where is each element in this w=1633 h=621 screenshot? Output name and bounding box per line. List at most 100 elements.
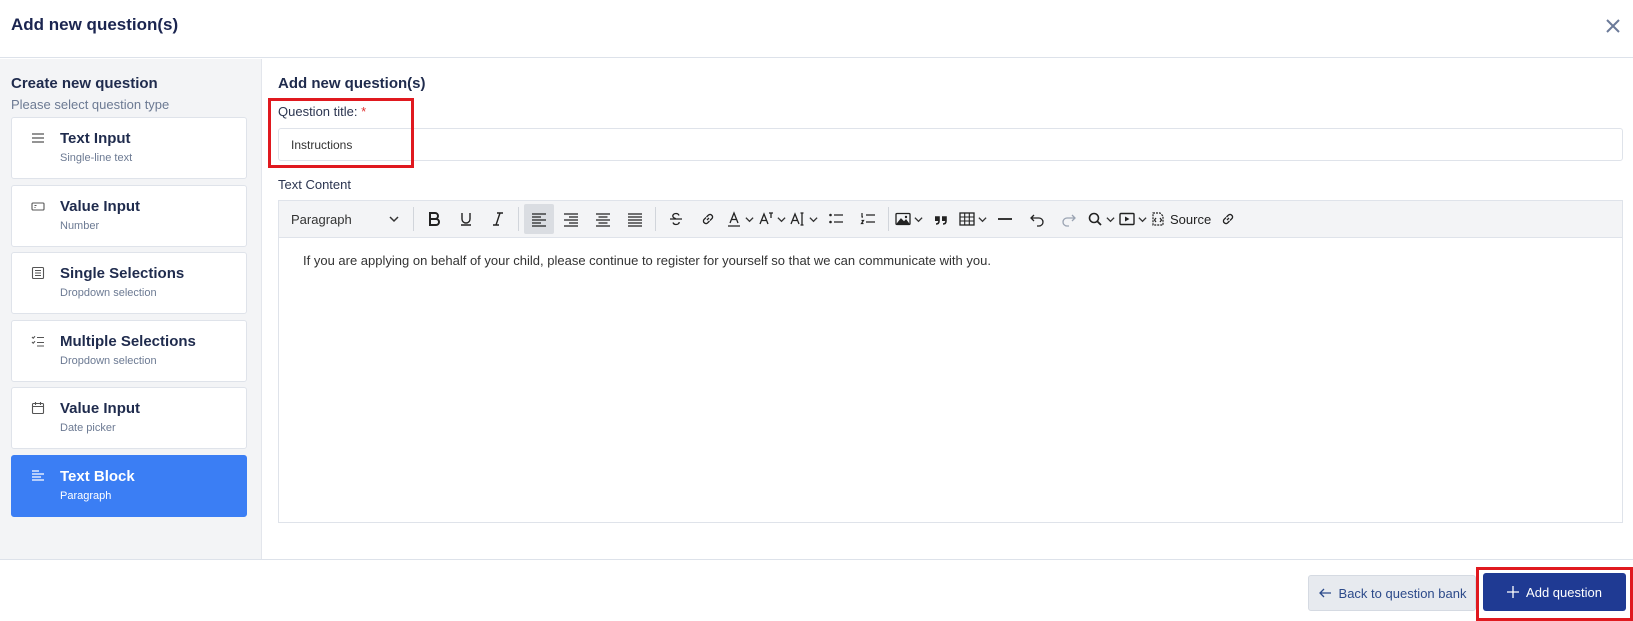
insert-table-dropdown[interactable] [958, 204, 988, 234]
link-icon [702, 213, 714, 225]
question-type-label: Value Input [60, 198, 141, 215]
chevron-down-icon [389, 216, 399, 223]
editor-toolbar: Paragraph Source [278, 200, 1623, 238]
question-type-desc: Dropdown selection [60, 287, 157, 299]
chevron-down-icon [777, 216, 786, 222]
main-title: Add new question(s) [278, 75, 426, 92]
required-mark: * [361, 104, 367, 119]
question-type-value-input-date[interactable]: Value Input Date picker [11, 387, 247, 449]
list-icon [31, 266, 45, 280]
question-type-multiple-selections[interactable]: Multiple Selections Dropdown selection [11, 320, 247, 382]
sidebar-title: Create new question [11, 75, 158, 92]
source-icon [1152, 212, 1164, 226]
link-button[interactable] [693, 204, 723, 234]
question-title-input[interactable] [278, 128, 1623, 161]
calendar-icon [31, 401, 45, 415]
align-justify-button[interactable] [620, 204, 650, 234]
numbered-list-button[interactable] [853, 204, 883, 234]
redo-button[interactable] [1054, 204, 1084, 234]
find-replace-icon [1088, 212, 1102, 226]
bulleted-list-button[interactable] [821, 204, 851, 234]
find-replace-dropdown[interactable] [1086, 204, 1116, 234]
lines-icon [31, 131, 45, 145]
checklist-icon [31, 334, 45, 348]
text-content-label: Text Content [278, 177, 351, 192]
question-type-text-input[interactable]: Text Input Single-line text [11, 117, 247, 179]
question-title-label: Question title: * [278, 104, 366, 119]
question-title-label-text: Question title: [278, 104, 358, 119]
align-left-icon [532, 213, 546, 227]
chevron-down-icon [745, 216, 754, 222]
add-question-button[interactable]: Add question [1483, 573, 1626, 611]
toolbar-divider [413, 207, 414, 231]
image-icon [895, 212, 911, 226]
align-center-button[interactable] [588, 204, 618, 234]
redo-icon [1062, 214, 1076, 227]
media-embed-dropdown[interactable] [1118, 204, 1148, 234]
undo-button[interactable] [1022, 204, 1052, 234]
bulleted-list-icon [829, 213, 843, 224]
align-center-icon [596, 213, 610, 227]
back-to-question-bank-button[interactable]: Back to question bank [1308, 575, 1476, 611]
undo-icon [1030, 214, 1044, 227]
strikethrough-button[interactable] [661, 204, 691, 234]
paragraph-dropdown[interactable]: Paragraph [279, 204, 409, 234]
insert-image-dropdown[interactable] [894, 204, 924, 234]
align-left-button[interactable] [524, 204, 554, 234]
sidebar-subtitle: Please select question type [11, 97, 170, 112]
horizontal-line-button[interactable] [990, 204, 1020, 234]
question-type-label: Single Selections [60, 265, 185, 282]
number-field-icon [31, 199, 45, 213]
chevron-down-icon [914, 216, 923, 222]
blockquote-button[interactable] [926, 204, 956, 234]
paragraph-dropdown-label: Paragraph [291, 211, 352, 227]
toolbar-divider [518, 207, 519, 231]
question-type-sidebar: Create new question Please select questi… [0, 59, 262, 559]
bold-button[interactable] [419, 204, 449, 234]
question-type-single-selections[interactable]: Single Selections Dropdown selection [11, 252, 247, 314]
editor-paragraph: If you are applying on behalf of your ch… [303, 253, 991, 268]
chevron-down-icon [809, 216, 818, 222]
font-family-dropdown[interactable] [757, 204, 787, 234]
question-type-desc: Single-line text [60, 152, 133, 164]
link-embed-button[interactable] [1213, 204, 1243, 234]
align-right-icon [564, 213, 578, 227]
chevron-down-icon [978, 216, 987, 222]
question-type-desc: Dropdown selection [60, 355, 157, 367]
italic-button[interactable] [483, 204, 513, 234]
toolbar-divider [655, 207, 656, 231]
close-icon[interactable] [1603, 16, 1623, 36]
underline-button[interactable] [451, 204, 481, 234]
text-content-editor[interactable]: If you are applying on behalf of your ch… [278, 238, 1623, 523]
quote-icon [935, 216, 947, 225]
question-type-label: Text Block [60, 468, 135, 485]
font-color-dropdown[interactable] [725, 204, 755, 234]
toolbar-divider [888, 207, 889, 231]
source-button[interactable]: Source [1150, 204, 1211, 234]
modal-footer: Back to question bank Add question [0, 559, 1633, 621]
modal-title: Add new question(s) [11, 15, 179, 34]
bold-icon [429, 212, 440, 226]
font-size-icon [790, 212, 804, 226]
chevron-down-icon [1138, 216, 1147, 222]
question-type-desc: Paragraph [60, 490, 112, 502]
arrow-left-icon [1318, 588, 1331, 598]
font-color-icon [728, 211, 740, 227]
paragraph-icon [31, 469, 45, 483]
strikethrough-icon [670, 212, 682, 226]
align-right-button[interactable] [556, 204, 586, 234]
question-type-text-block[interactable]: Text Block Paragraph [11, 455, 247, 517]
font-size-dropdown[interactable] [789, 204, 819, 234]
add-button-label: Add question [1526, 584, 1602, 600]
back-button-label: Back to question bank [1338, 585, 1467, 601]
chain-link-icon [1223, 213, 1234, 225]
modal-header: Add new question(s) [0, 0, 1633, 58]
italic-icon [493, 212, 503, 226]
question-type-value-input-number[interactable]: Value Input Number [11, 185, 247, 247]
font-family-icon [759, 212, 773, 225]
question-type-desc: Number [60, 220, 100, 232]
question-type-label: Text Input [60, 130, 131, 147]
question-type-label: Multiple Selections [60, 333, 196, 350]
media-icon [1119, 212, 1135, 226]
question-type-label: Value Input [60, 400, 141, 417]
